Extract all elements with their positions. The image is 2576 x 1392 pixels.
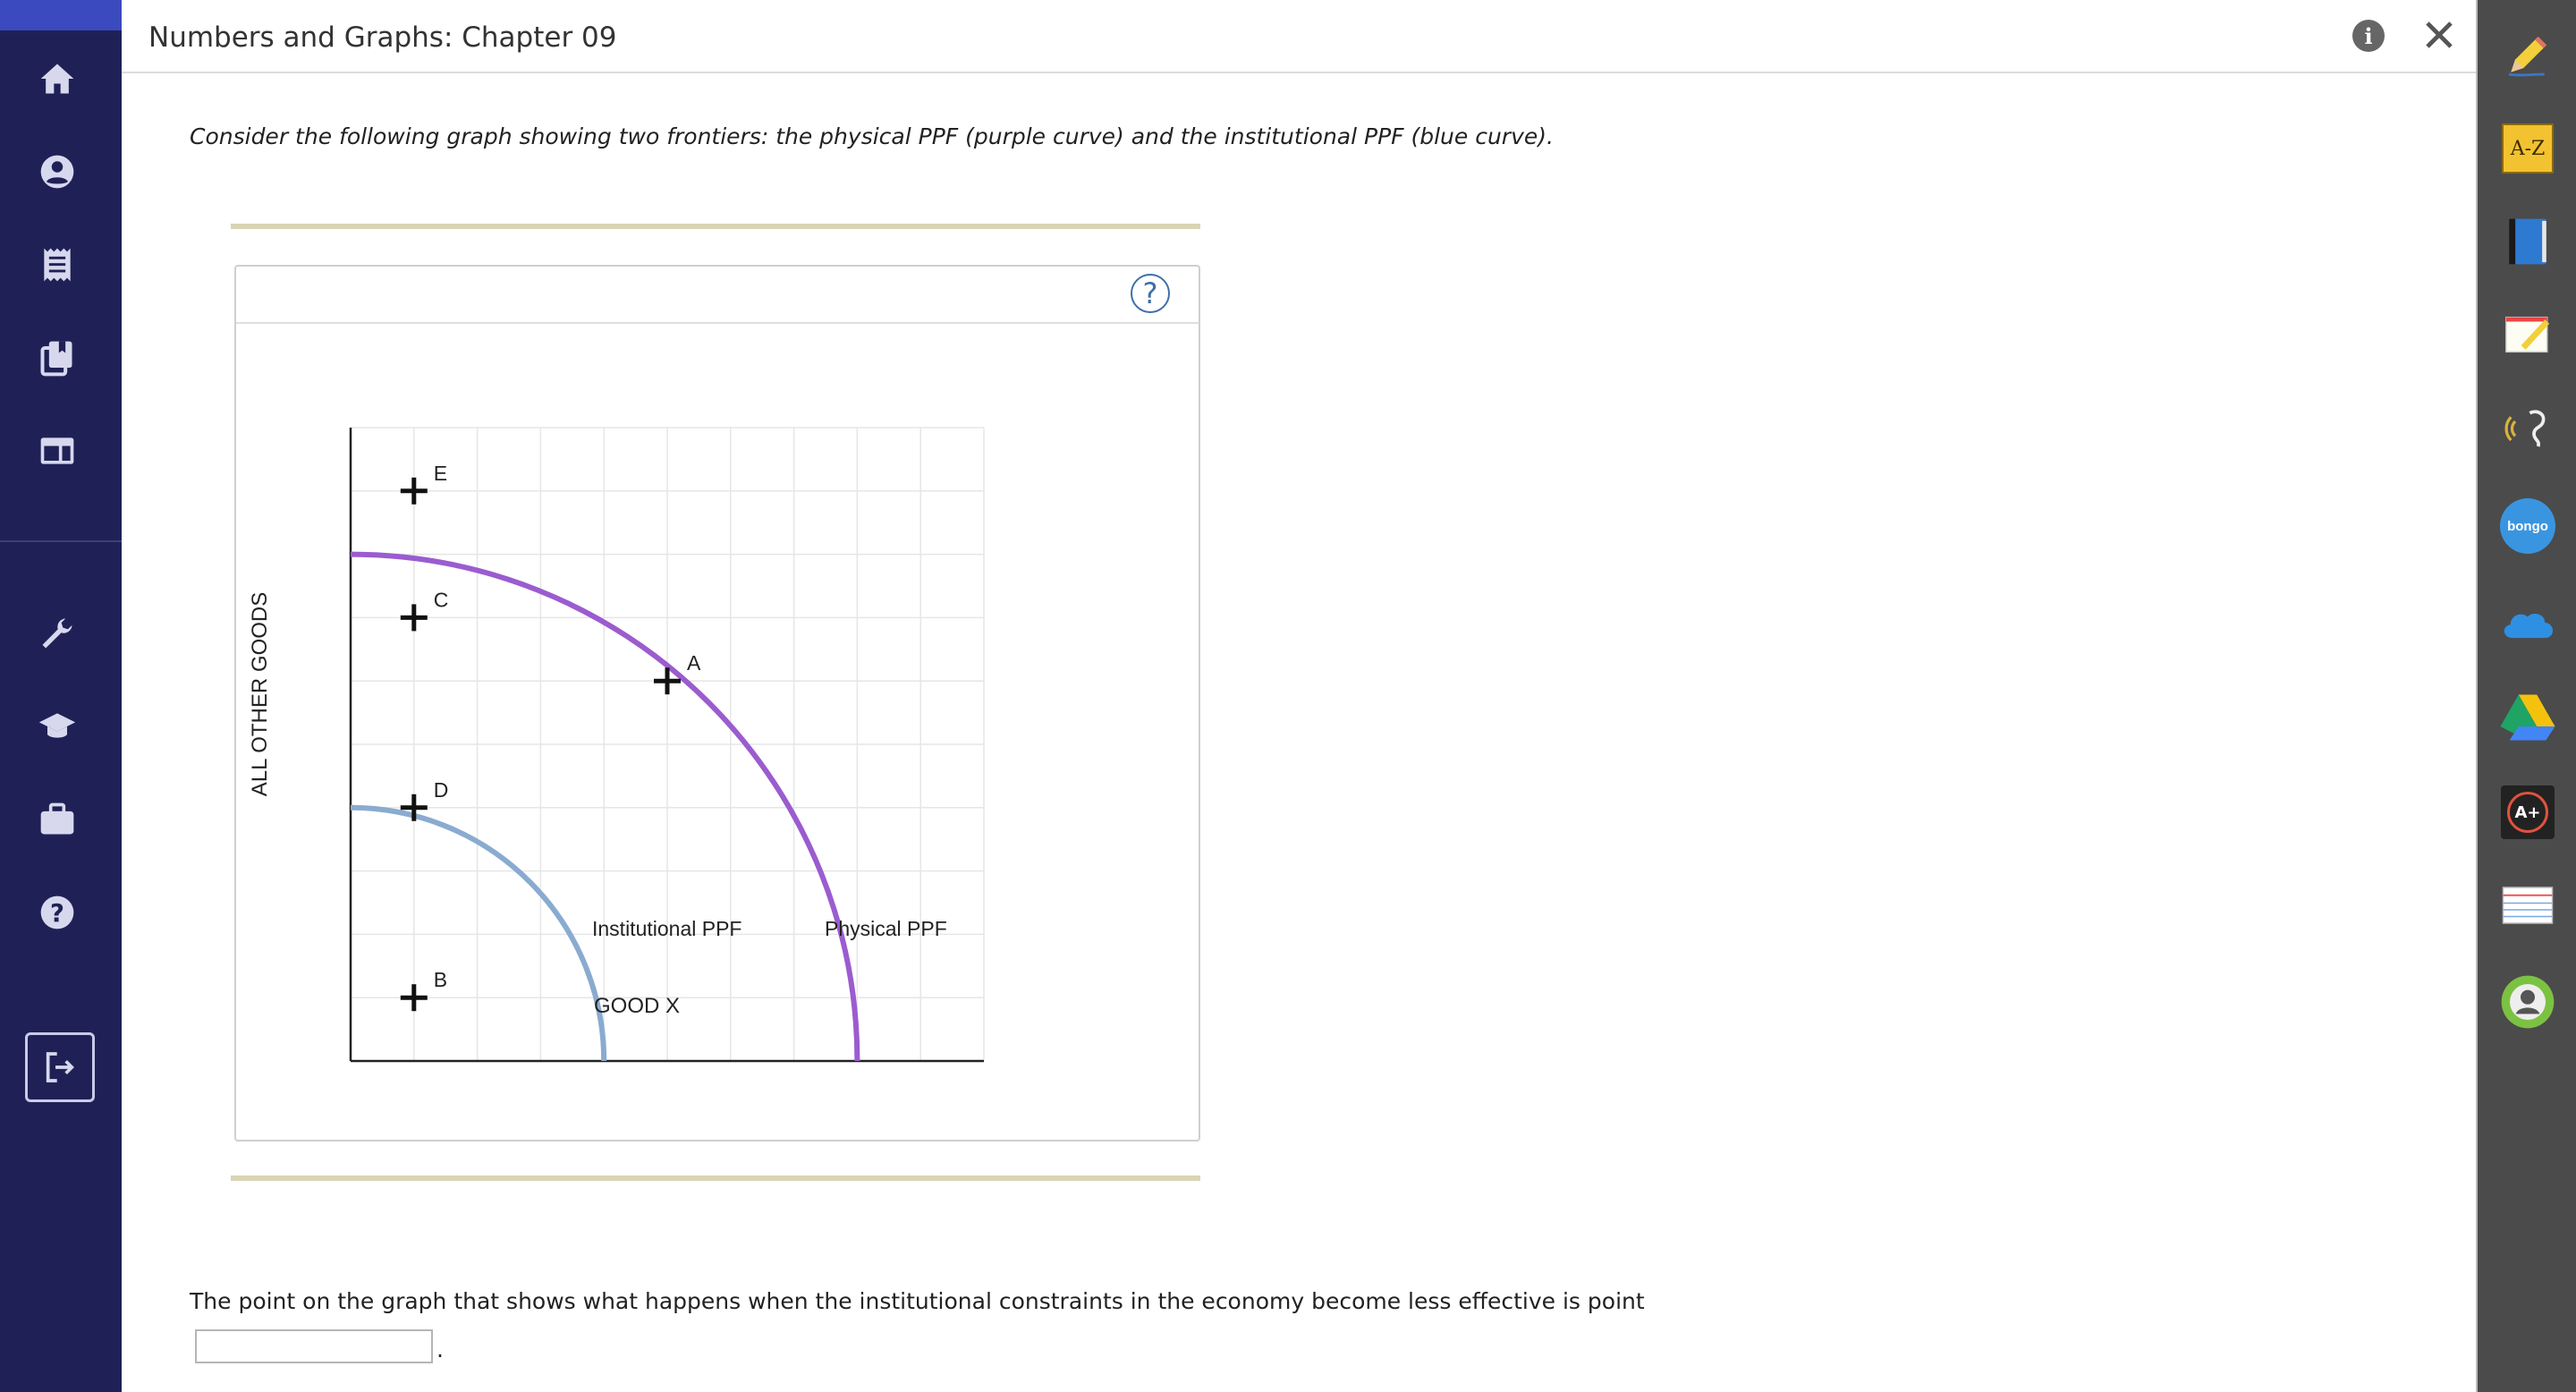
logout-button[interactable] <box>25 1032 95 1102</box>
onedrive-tool[interactable] <box>2499 594 2556 651</box>
profile-tool[interactable] <box>2499 973 2556 1031</box>
bongo-icon-text: bongo <box>2507 518 2548 534</box>
wrench-icon <box>42 618 72 649</box>
nav-divider <box>0 540 122 542</box>
onedrive-icon <box>2504 614 2554 639</box>
point-label: A <box>687 651 701 675</box>
close-icon <box>2426 21 2453 48</box>
graph-panel: ? E C A D B ALL OTHER GOODS GOOD X Instituti… <box>234 265 1200 1142</box>
nav-courses-button[interactable] <box>25 694 89 759</box>
home-icon <box>40 64 74 94</box>
right-toolbar: A-Z bongo A+ <box>2476 0 2576 1392</box>
user-icon <box>40 155 74 189</box>
point-label: C <box>434 588 449 611</box>
graph-panel-header: ? <box>236 267 1199 324</box>
grade-icon: A+ <box>2501 785 2555 839</box>
nav-help-button[interactable]: ? <box>25 880 89 945</box>
point-c: C <box>400 588 449 632</box>
receipt-icon <box>44 248 71 282</box>
bongo-tool[interactable]: bongo <box>2499 497 2556 555</box>
info-button[interactable]: i <box>2352 20 2385 52</box>
notepad-tool[interactable] <box>2499 306 2556 363</box>
pencil-tool[interactable] <box>2499 27 2556 84</box>
logout-icon <box>46 1052 74 1082</box>
physical-ppf-label: Physical PPF <box>825 917 947 940</box>
notepad-icon <box>2505 316 2550 353</box>
nav-profile-button[interactable] <box>25 140 89 204</box>
top-rule <box>231 224 1200 229</box>
point-e: E <box>400 462 447 505</box>
page-title: Numbers and Graphs: Chapter 09 <box>148 21 617 54</box>
point-label: D <box>434 778 449 802</box>
nav-receipt-button[interactable] <box>25 233 89 297</box>
point-label: E <box>434 462 447 485</box>
info-icon: i <box>2364 22 2373 49</box>
point-label: B <box>434 968 447 991</box>
answer-input[interactable] <box>195 1329 433 1363</box>
x-axis-label: GOOD X <box>594 994 680 1018</box>
pencil-icon <box>2508 37 2546 77</box>
grade-tool[interactable]: A+ <box>2499 784 2556 841</box>
profile-circle-icon <box>2501 975 2555 1029</box>
dictionary-icon: A-Z <box>2502 123 2554 174</box>
close-button[interactable] <box>2420 16 2458 54</box>
layout-icon <box>40 437 74 464</box>
grid <box>350 427 985 1062</box>
speech-tool[interactable] <box>2499 399 2556 456</box>
copy-icon <box>40 341 72 377</box>
nav-top-accent <box>0 0 122 30</box>
left-nav: ? <box>0 0 122 1392</box>
svg-text:?: ? <box>50 899 64 928</box>
dictionary-tool[interactable]: A-Z <box>2499 120 2556 177</box>
point-b: B <box>400 968 447 1012</box>
nav-layout-button[interactable] <box>25 419 89 483</box>
answer-period: . <box>436 1337 444 1362</box>
book-icon <box>2509 218 2546 265</box>
graduation-cap-icon <box>38 713 76 738</box>
bottom-rule <box>231 1176 1200 1181</box>
dictionary-icon-text: A-Z <box>2510 137 2546 160</box>
speech-icon <box>2504 410 2546 447</box>
notecard-tool[interactable] <box>2499 877 2556 934</box>
nav-tools-button[interactable] <box>25 601 89 666</box>
question-text: Consider the following graph showing two… <box>190 123 1554 149</box>
briefcase-icon <box>40 802 74 835</box>
book-tool[interactable] <box>2499 213 2556 270</box>
google-drive-tool[interactable] <box>2499 689 2556 746</box>
header-bar: Numbers and Graphs: Chapter 09 i <box>122 0 2476 73</box>
main-content: Consider the following graph showing two… <box>122 73 2476 1392</box>
ppf-graph: E C A D B ALL OTHER GOODS GOOD X Institution… <box>248 427 985 1063</box>
help-icon: ? <box>40 895 74 929</box>
google-drive-icon <box>2500 694 2555 741</box>
graph-help-button[interactable]: ? <box>1131 274 1170 313</box>
y-axis-label: ALL OTHER GOODS <box>248 592 272 797</box>
notecard-icon <box>2502 887 2554 924</box>
nav-portfolio-button[interactable] <box>25 787 89 852</box>
answer-prompt: The point on the graph that shows what h… <box>190 1288 1645 1314</box>
institutional-ppf-label: Institutional PPF <box>592 917 741 940</box>
grade-icon-text: A+ <box>2514 802 2541 822</box>
bongo-icon: bongo <box>2500 498 2555 554</box>
nav-copy-button[interactable] <box>25 326 89 390</box>
nav-home-button[interactable] <box>25 47 89 111</box>
